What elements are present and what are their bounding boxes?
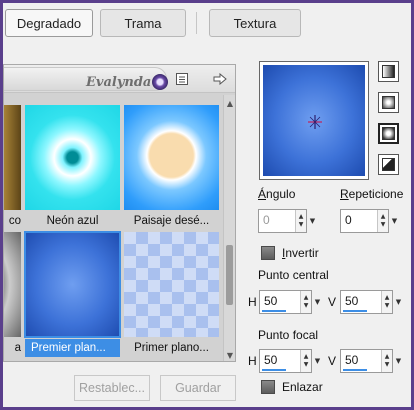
focal-v-level-bar	[343, 369, 367, 371]
repeats-value: 0	[345, 213, 352, 227]
preset-browser: Evalynda co Neón azul Paisaje desé... a …	[3, 64, 236, 362]
preset-thumbnail	[24, 231, 121, 338]
scroll-up-arrow-icon[interactable]: ▲	[224, 97, 235, 109]
radial-style-button[interactable]	[378, 154, 399, 175]
preset-tile-silver[interactable]: a	[4, 232, 21, 357]
invert-checkbox[interactable]	[261, 246, 275, 260]
focal-point-label: Punto focal	[258, 328, 319, 342]
link-label[interactable]: Enlazar	[282, 380, 323, 394]
angle-dropdown-icon[interactable]: ▼	[307, 210, 318, 232]
center-point-label: Punto central	[258, 268, 329, 282]
reset-button[interactable]: Restablec...	[74, 375, 150, 401]
preset-tile-paisaje[interactable]: Paisaje desé...	[124, 105, 219, 230]
center-v-spinbox[interactable]: 50 ▲ ▼ ▼	[340, 290, 401, 314]
linear-gradient-icon	[382, 65, 395, 78]
repeats-spin-arrows-icon[interactable]: ▲ ▼	[377, 210, 388, 232]
rectangular-style-button[interactable]	[378, 92, 399, 113]
angle-spinbox[interactable]: 0 ▲ ▼ ▼	[258, 209, 315, 233]
preset-label: co	[8, 215, 21, 227]
preset-label: Neón azul	[46, 215, 99, 227]
center-h-level-bar	[262, 310, 286, 312]
scroll-down-arrow-icon[interactable]: ▼	[224, 349, 235, 361]
preset-tile-neon-azul[interactable]: Neón azul	[25, 105, 120, 230]
browser-toolbar: Evalynda	[4, 65, 235, 93]
sunburst-gradient-icon	[382, 127, 395, 140]
angle-value: 0	[263, 213, 270, 227]
preset-thumbnail	[124, 105, 219, 210]
center-h-spinbox[interactable]: 50 ▲ ▼ ▼	[259, 290, 320, 314]
tab-textura[interactable]: Textura	[209, 9, 301, 37]
tab-separator	[196, 12, 197, 34]
focal-v-dropdown-icon[interactable]: ▼	[393, 350, 404, 372]
focal-v-label: V	[328, 354, 337, 368]
center-v-label: V	[328, 295, 337, 309]
flower-icon	[152, 74, 169, 90]
focal-h-label: H	[248, 354, 257, 368]
file-menu-icon[interactable]	[174, 71, 190, 87]
radial-gradient-icon	[382, 158, 395, 171]
focal-h-spin-arrows-icon[interactable]: ▲ ▼	[300, 350, 311, 372]
center-h-spin-arrows-icon[interactable]: ▲ ▼	[300, 291, 311, 313]
preset-grid: co Neón azul Paisaje desé... a Premier p…	[4, 95, 223, 361]
preset-search-field[interactable]: Evalynda	[4, 67, 169, 92]
preset-tile-premier-plano[interactable]: Premier plan...	[24, 231, 121, 357]
preset-label: Primer plano...	[134, 342, 209, 354]
arrow-right-icon[interactable]	[212, 71, 228, 87]
center-v-level-bar	[343, 310, 367, 312]
center-v-dropdown-icon[interactable]: ▼	[393, 291, 404, 313]
repeats-label: Repeticione	[340, 187, 404, 201]
logo-text: Evalynda	[86, 74, 152, 90]
focal-h-level-bar	[262, 369, 286, 371]
angle-label: Ángulo	[258, 187, 296, 201]
gradient-dialog: Degradado Trama Textura Evalynda co Neón…	[3, 3, 411, 407]
center-h-label: H	[248, 295, 257, 309]
center-v-spin-arrows-icon[interactable]: ▲ ▼	[381, 291, 392, 313]
preset-thumbnail	[4, 105, 21, 210]
gradient-preview-swatch	[263, 65, 365, 176]
focal-h-spinbox[interactable]: 50 ▲ ▼ ▼	[259, 349, 320, 373]
linear-style-button[interactable]	[378, 61, 399, 82]
focal-h-value: 50	[264, 353, 278, 367]
preset-thumbnail	[4, 232, 21, 337]
angle-spin-arrows-icon[interactable]: ▲ ▼	[295, 210, 306, 232]
repeats-spinbox[interactable]: 0 ▲ ▼ ▼	[340, 209, 397, 233]
gradient-preview[interactable]	[259, 61, 369, 180]
repeats-dropdown-icon[interactable]: ▼	[389, 210, 400, 232]
focal-v-spinbox[interactable]: 50 ▲ ▼ ▼	[340, 349, 401, 373]
center-h-value: 50	[264, 294, 278, 308]
center-v-value: 50	[345, 294, 359, 308]
preset-label: Paisaje desé...	[133, 215, 210, 227]
focal-v-value: 50	[345, 353, 359, 367]
center-crosshair-icon[interactable]	[308, 115, 322, 129]
sunburst-style-button[interactable]	[378, 123, 399, 144]
link-checkbox[interactable]	[261, 380, 275, 394]
focal-h-dropdown-icon[interactable]: ▼	[312, 350, 323, 372]
scroll-thumb[interactable]	[226, 245, 233, 305]
rectangular-gradient-icon	[382, 96, 395, 109]
evalynda-logo: Evalynda	[86, 72, 169, 92]
invert-label[interactable]: Invertir	[282, 246, 319, 260]
focal-v-spin-arrows-icon[interactable]: ▲ ▼	[381, 350, 392, 372]
tab-trama[interactable]: Trama	[100, 9, 186, 37]
save-button[interactable]: Guardar	[160, 375, 236, 401]
tab-degradado[interactable]: Degradado	[5, 9, 93, 37]
preset-thumbnail	[124, 232, 219, 337]
center-h-dropdown-icon[interactable]: ▼	[312, 291, 323, 313]
preset-thumbnail	[25, 105, 120, 210]
preset-tile-primer-plano[interactable]: Primer plano...	[124, 232, 219, 357]
preset-label: a	[14, 342, 21, 354]
preset-tile-gold[interactable]: co	[4, 105, 21, 230]
preset-label: Premier plan...	[25, 339, 120, 357]
preset-scrollbar[interactable]: ▲ ▼	[223, 95, 235, 361]
